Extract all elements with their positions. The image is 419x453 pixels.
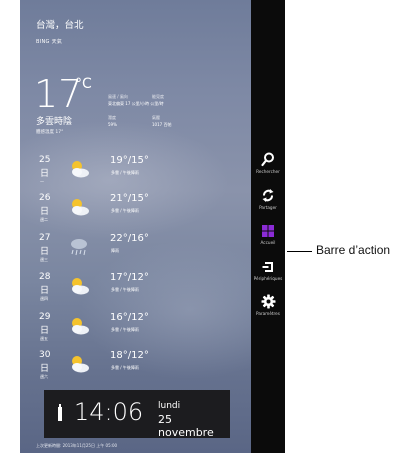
devices-icon <box>262 262 273 272</box>
forecast-weekday: 週三 <box>40 257 48 262</box>
current-condition: 多雲時陰 <box>36 117 73 127</box>
pressure-label: 氣壓 <box>152 115 160 120</box>
forecast-day[interactable]: 28 日 週四 17°/12° 多雲 / 午後陣雨 <box>36 272 236 312</box>
forecast-weekday: 週四 <box>40 296 48 301</box>
forecast-weekday: 週二 <box>40 217 48 222</box>
wind-value: 東北偏東 17 公里/小時 公里/時 <box>108 101 164 106</box>
forecast-description: 多雲 / 午後陣雨 <box>111 365 139 370</box>
forecast-day-char: 日 <box>40 207 50 217</box>
forecast-range: 22°/16° <box>110 233 149 244</box>
forecast-range: 17°/12° <box>110 272 149 283</box>
charm-devices[interactable]: Périphériques <box>251 260 285 281</box>
pressure-value: 1017 百帕 <box>152 122 172 127</box>
charm-label: Accueil <box>260 240 276 245</box>
forecast-range: 16°/12° <box>110 312 149 323</box>
partly-cloudy-icon <box>72 161 89 178</box>
partly-cloudy-icon <box>72 199 89 216</box>
charm-settings[interactable]: Paramètres <box>251 294 285 316</box>
provider-label: BING 天氣 <box>36 39 63 45</box>
forecast-day-char: 日 <box>40 169 50 179</box>
forecast-day-char: 日 <box>40 247 50 257</box>
partly-cloudy-icon <box>72 278 89 295</box>
rain-icon <box>71 239 87 256</box>
forecast-date: 27 <box>39 233 51 243</box>
forecast-description: 多雲 / 午後陣雨 <box>111 327 139 332</box>
lock-time-overlay: 14:06 lundi 25 novembre <box>44 390 230 439</box>
search-icon <box>261 152 274 167</box>
windows-start-icon <box>262 225 274 237</box>
forecast-weekday: 週六 <box>40 374 48 379</box>
forecast-day-char: 日 <box>40 286 50 296</box>
gear-icon <box>261 294 275 309</box>
forecast-day[interactable]: 25 日 一 19°/15° 多雲 / 午後陣雨 <box>36 155 236 195</box>
forecast-date: 25 <box>39 155 51 165</box>
partly-cloudy-icon <box>72 318 89 335</box>
battery-icon <box>58 404 62 421</box>
forecast-day[interactable]: 26 日 週二 21°/15° 多雲 / 午後陣雨 <box>36 193 236 233</box>
forecast-weekday: 一 <box>40 179 44 184</box>
callout-line <box>287 251 312 252</box>
forecast-range: 18°/12° <box>110 350 149 361</box>
weather-app-screen: 台灣，台北 BING 天氣 17 °C 多雲時陰 體感溫度 17° 風速 / 風… <box>20 0 251 453</box>
charm-search[interactable]: Rechercher <box>251 152 285 174</box>
forecast-date: 28 <box>39 272 51 282</box>
humidity-value: 59% <box>108 122 117 127</box>
humidity-label: 濕度 <box>108 115 116 120</box>
charm-share[interactable]: Partager <box>251 188 285 210</box>
visibility-label: 能見度 <box>152 94 164 99</box>
forecast-day[interactable]: 29 日 週五 16°/12° 多雲 / 午後陣雨 <box>36 312 236 352</box>
clock-time: 14:06 <box>74 398 144 426</box>
city-title: 台灣，台北 <box>36 20 84 31</box>
forecast-date: 26 <box>39 193 51 203</box>
forecast-description: 多雲 / 午後陣雨 <box>111 170 139 175</box>
charm-label: Rechercher <box>256 169 280 174</box>
forecast-description: 多雲 / 午後陣雨 <box>111 287 139 292</box>
forecast-day-char: 日 <box>40 364 50 374</box>
clock-day: lundi <box>158 401 181 411</box>
charm-start[interactable]: Accueil <box>251 224 285 245</box>
forecast-day[interactable]: 27 日 週三 22°/16° 陣雨 <box>36 233 236 273</box>
temperature-unit: °C <box>75 76 92 92</box>
callout-label: Barre d’action <box>316 243 391 257</box>
forecast-date: 30 <box>39 350 51 360</box>
charms-bar: Rechercher Partager Accueil Périphérique… <box>251 0 285 453</box>
forecast-description: 多雲 / 午後陣雨 <box>111 208 139 213</box>
forecast-weekday: 週五 <box>40 336 48 341</box>
share-icon <box>262 189 274 202</box>
charm-label: Paramètres <box>256 311 280 316</box>
wind-label: 風速 / 風向 <box>108 94 128 99</box>
last-updated: 上次更新時間: 2013年11月25日 上午 05:00 <box>36 443 118 448</box>
forecast-day-char: 日 <box>40 326 50 336</box>
forecast-date: 29 <box>39 312 51 322</box>
forecast-description: 陣雨 <box>111 248 119 253</box>
forecast-day[interactable]: 30 日 週六 18°/12° 多雲 / 午後陣雨 <box>36 350 236 390</box>
charm-label: Périphériques <box>253 276 283 281</box>
feels-like: 體感溫度 17° <box>36 130 64 135</box>
clock-date: 25 novembre <box>158 413 214 439</box>
forecast-range: 21°/15° <box>110 193 149 204</box>
charm-label: Partager <box>259 205 277 210</box>
partly-cloudy-icon <box>72 356 89 373</box>
forecast-range: 19°/15° <box>110 155 149 166</box>
